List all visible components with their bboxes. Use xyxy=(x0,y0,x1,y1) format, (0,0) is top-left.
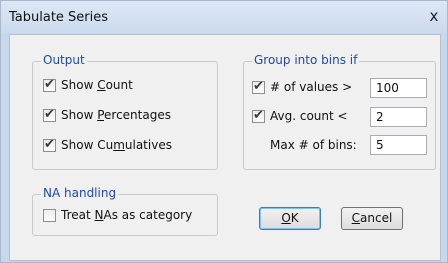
treat-na-label: Treat NAs as category xyxy=(61,208,193,222)
num-values-box[interactable]: ✔ xyxy=(252,79,265,94)
output-group: Output ✔ Show Count ✔ Show Percentages ✔… xyxy=(32,53,218,170)
show-percentages-label: Show Percentages xyxy=(61,108,171,122)
close-icon[interactable]: x xyxy=(424,6,444,26)
dialog-window: Tabulate Series x Output ✔ Show Count ✔ … xyxy=(0,0,448,263)
max-bins-input[interactable] xyxy=(370,135,427,155)
avg-count-box[interactable]: ✔ xyxy=(252,108,265,123)
show-count-box[interactable]: ✔ xyxy=(43,77,56,92)
avg-count-label: Avg. count < xyxy=(270,109,348,123)
num-values-input[interactable] xyxy=(370,78,427,98)
window-title: Tabulate Series xyxy=(9,10,109,25)
show-cumulatives-box[interactable]: ✔ xyxy=(43,137,56,152)
max-bins-label: Max # of bins: xyxy=(270,138,357,152)
ok-button[interactable]: OK xyxy=(259,207,321,230)
check-mark-icon: ✔ xyxy=(44,107,55,122)
check-mark-icon: ✔ xyxy=(253,108,264,123)
title-bar[interactable]: Tabulate Series x xyxy=(1,1,447,33)
dialog-body: Output ✔ Show Count ✔ Show Percentages ✔… xyxy=(9,34,441,261)
bins-group: Group into bins if ✔ # of values > ✔ Avg… xyxy=(243,53,436,170)
na-handling-group: NA handling Treat NAs as category xyxy=(32,186,218,236)
avg-count-input[interactable] xyxy=(370,107,427,127)
show-count-label: Show Count xyxy=(61,78,133,92)
output-legend: Output xyxy=(41,53,87,67)
show-cumulatives-label: Show Cumulatives xyxy=(61,138,172,152)
num-values-label: # of values > xyxy=(270,80,353,94)
check-mark-icon: ✔ xyxy=(44,137,55,152)
check-mark-icon: ✔ xyxy=(253,79,264,94)
check-mark-icon: ✔ xyxy=(44,77,55,92)
bins-legend: Group into bins if xyxy=(252,53,360,67)
show-percentages-box[interactable]: ✔ xyxy=(43,107,56,122)
treat-na-box[interactable] xyxy=(43,209,56,222)
na-handling-legend: NA handling xyxy=(41,186,119,200)
cancel-button[interactable]: Cancel xyxy=(341,207,403,230)
